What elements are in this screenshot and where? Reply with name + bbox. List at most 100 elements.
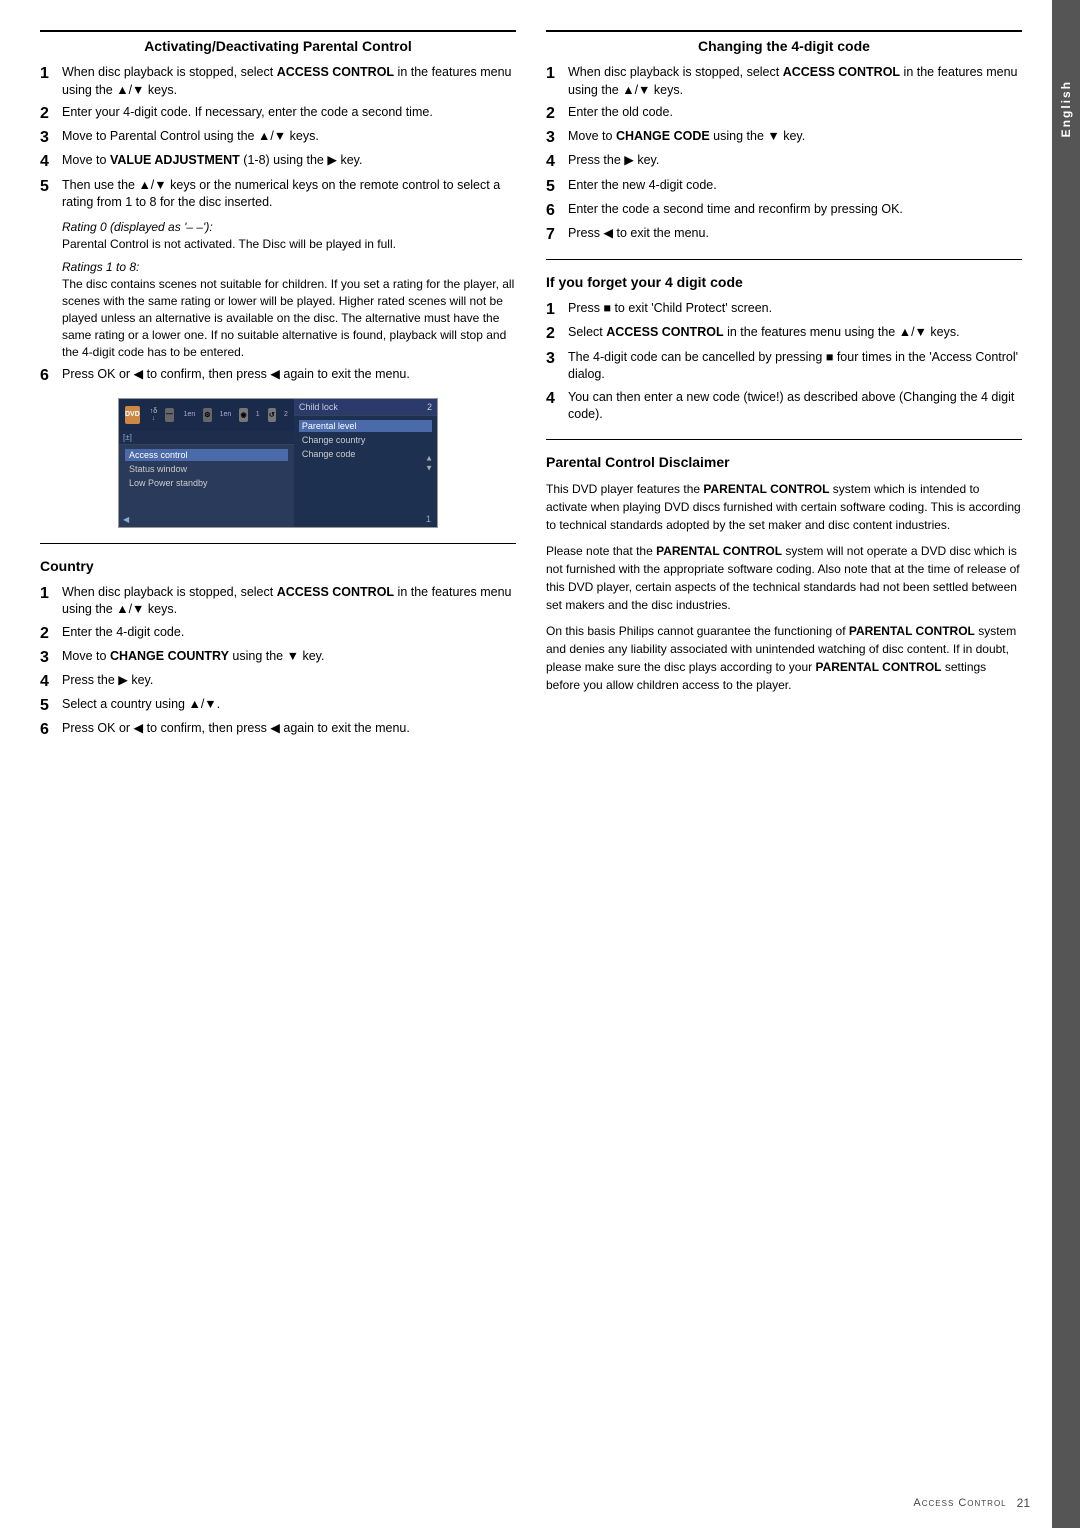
disclaimer-title: Parental Control Disclaimer [546, 448, 1022, 470]
step-content: Enter the old code. [568, 104, 1022, 123]
list-item: 3 Move to CHANGE CODE using the ▼ key. [546, 128, 1022, 147]
sub-note-title: Rating 0 (displayed as '– –'): [62, 220, 516, 234]
list-item: 4 Press the ▶ key. [546, 152, 1022, 171]
disclaimer-para3: On this basis Philips cannot guarantee t… [546, 622, 1022, 694]
step-content: Press the ▶ key. [62, 672, 516, 691]
screenshot-box: DVD ↑δ ↓ — 1en ⚙ 1en ◉ [118, 398, 438, 528]
sub-note-title: Ratings 1 to 8: [62, 260, 516, 274]
step-content: Press OK or ◀ to confirm, then press ◀ a… [62, 720, 516, 739]
screen-menu-item: Low Power standby [125, 477, 288, 489]
screen-icon1: — [165, 408, 173, 422]
step-number: 5 [40, 696, 56, 715]
sub-note-ratings1to8: Ratings 1 to 8: The disc contains scenes… [62, 260, 516, 360]
list-item: 5 Then use the ▲/▼ keys or the numerical… [40, 177, 516, 212]
left-column: Activating/Deactivating Parental Control… [40, 30, 516, 744]
step-number: 3 [40, 128, 56, 147]
sub-note-rating0: Rating 0 (displayed as '– –'): Parental … [62, 220, 516, 253]
list-item: 6 Press OK or ◀ to confirm, then press ◀… [40, 720, 516, 739]
step-number: 3 [546, 349, 562, 384]
step-number: 2 [546, 324, 562, 343]
list-item: 2 Enter the old code. [546, 104, 1022, 123]
step-content: You can then enter a new code (twice!) a… [568, 389, 1022, 424]
list-item: 5 Enter the new 4-digit code. [546, 177, 1022, 196]
section-change-code-title: Changing the 4-digit code [546, 31, 1022, 54]
language-side-tab: English [1052, 0, 1080, 1528]
country-title: Country [40, 552, 516, 574]
step-number: 4 [546, 389, 562, 424]
forget-code-title: If you forget your 4 digit code [546, 268, 1022, 290]
disclaimer-para1: This DVD player features the PARENTAL CO… [546, 480, 1022, 534]
list-item: 5 Select a country using ▲/▼. [40, 696, 516, 715]
screen-right-items: Parental level Change country Change cod… [294, 416, 437, 464]
right-column: Changing the 4-digit code 1 When disc pl… [546, 30, 1022, 744]
sub-note-body: The disc contains scenes not suitable fo… [62, 276, 516, 360]
list-item: 4 Press the ▶ key. [40, 672, 516, 691]
step-content: Move to Parental Control using the ▲/▼ k… [62, 128, 516, 147]
screenshot-inner: DVD ↑δ ↓ — 1en ⚙ 1en ◉ [119, 399, 437, 527]
step-content: Then use the ▲/▼ keys or the numerical k… [62, 177, 516, 212]
step-number: 3 [40, 648, 56, 667]
step-content: Move to CHANGE COUNTRY using the ▼ key. [62, 648, 516, 667]
step-content: When disc playback is stopped, select AC… [62, 584, 516, 619]
section1-title: Activating/Deactivating Parental Control [40, 31, 516, 54]
step-number: 5 [546, 177, 562, 196]
step-content: Select a country using ▲/▼. [62, 696, 516, 715]
list-item: 3 The 4-digit code can be cancelled by p… [546, 349, 1022, 384]
step-number: 3 [546, 128, 562, 147]
list-item: 1 When disc playback is stopped, select … [546, 64, 1022, 99]
list-item: 2 Enter the 4-digit code. [40, 624, 516, 643]
forget-code-divider [546, 259, 1022, 260]
footer-page: 21 [1017, 1496, 1030, 1510]
step-number: 1 [40, 64, 56, 99]
screen-icon3: ◉ [239, 408, 247, 422]
screen-right-item: Change country [299, 434, 432, 446]
dvd-icon: DVD [125, 406, 140, 424]
page-footer: Access Control 21 [913, 1496, 1030, 1510]
step-content: Enter your 4-digit code. If necessary, e… [62, 104, 516, 123]
step-number: 4 [40, 672, 56, 691]
step-content: Enter the code a second time and reconfi… [568, 201, 1022, 220]
step-number: 4 [546, 152, 562, 171]
list-item: 7 Press ◀ to exit the menu. [546, 225, 1022, 244]
step-number: 6 [40, 720, 56, 739]
step-number: 1 [546, 300, 562, 319]
disclaimer-para2: Please note that the PARENTAL CONTROL sy… [546, 542, 1022, 614]
screen-right-panel: Child lock 2 Parental level Change count… [294, 399, 437, 527]
scroll-num: 2 [427, 402, 432, 412]
screen-left-panel: DVD ↑δ ↓ — 1en ⚙ 1en ◉ [119, 399, 294, 527]
disclaimer-divider [546, 439, 1022, 440]
two-column-layout: Activating/Deactivating Parental Control… [40, 30, 1022, 744]
screen-top-bar: DVD ↑δ ↓ — 1en ⚙ 1en ◉ [119, 399, 294, 431]
footer-title: Access Control [913, 1497, 1006, 1509]
step-content: Enter the new 4-digit code. [568, 177, 1022, 196]
screen-menu-item: Access control [125, 449, 288, 461]
step-number: 5 [40, 177, 56, 212]
step-number: 2 [546, 104, 562, 123]
screen-right-header: Child lock 2 [294, 399, 437, 416]
step-content: Select ACCESS CONTROL in the features me… [568, 324, 1022, 343]
page-container: Activating/Deactivating Parental Control… [0, 0, 1080, 1528]
section1-step6: 6 Press OK or ◀ to confirm, then press ◀… [40, 366, 516, 385]
step-number: 7 [546, 225, 562, 244]
screen-right-item: Change code [299, 448, 432, 460]
step-number: 1 [40, 584, 56, 619]
list-item: 3 Move to Parental Control using the ▲/▼… [40, 128, 516, 147]
list-item: 3 Move to CHANGE COUNTRY using the ▼ key… [40, 648, 516, 667]
screen-menu-item: Status window [125, 463, 288, 475]
screen-menu-area: Access control Status window Low Power s… [119, 445, 294, 527]
step-content: When disc playback is stopped, select AC… [62, 64, 516, 99]
step-content: The 4-digit code can be cancelled by pre… [568, 349, 1022, 384]
list-item: 6 Enter the code a second time and recon… [546, 201, 1022, 220]
step-content: Press ■ to exit 'Child Protect' screen. [568, 300, 1022, 319]
list-item: 4 Move to VALUE ADJUSTMENT (1-8) using t… [40, 152, 516, 171]
step-content: Move to VALUE ADJUSTMENT (1-8) using the… [62, 152, 516, 171]
step-number: 6 [40, 366, 56, 385]
step-number: 2 [40, 104, 56, 123]
country-divider [40, 543, 516, 544]
step-number: 6 [546, 201, 562, 220]
list-item: 1 When disc playback is stopped, select … [40, 584, 516, 619]
step-content: Enter the 4-digit code. [62, 624, 516, 643]
screen-icon4: ↺ [268, 408, 276, 422]
list-item: 1 Press ■ to exit 'Child Protect' screen… [546, 300, 1022, 319]
step-content: Move to CHANGE CODE using the ▼ key. [568, 128, 1022, 147]
